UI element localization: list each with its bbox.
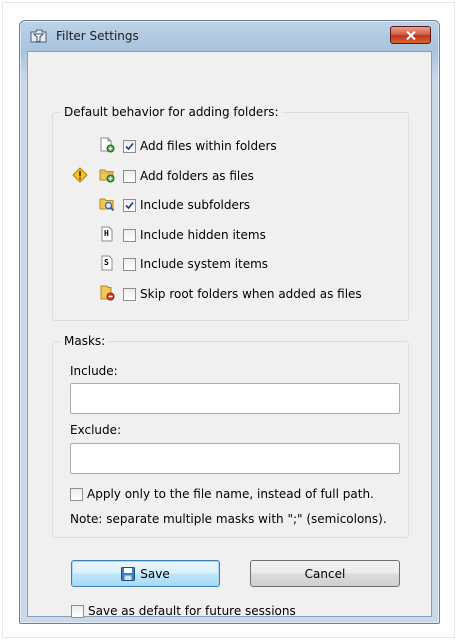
add-folders-as-files-checkbox[interactable]: [123, 169, 136, 183]
exclude-mask-input[interactable]: [70, 443, 400, 474]
save-as-default-label: Save as default for future sessions: [88, 604, 296, 618]
option-apply-filename-only[interactable]: Apply only to the file name, instead of …: [70, 485, 374, 503]
window-title: Filter Settings: [56, 29, 139, 43]
option-include-subfolders[interactable]: Include subfolders: [123, 196, 250, 214]
add-folders-as-files-label: Add folders as files: [140, 169, 254, 183]
apply-filename-checkbox[interactable]: [70, 487, 83, 501]
option-save-as-default[interactable]: Save as default for future sessions: [71, 602, 296, 620]
skip-root-folders-label: Skip root folders when added as files: [140, 287, 362, 301]
option-include-system-items[interactable]: Include system items: [123, 255, 268, 273]
filter-settings-dialog: Filter Settings Default behavior for add…: [19, 20, 440, 624]
option-include-hidden-items[interactable]: Include hidden items: [123, 226, 266, 244]
option-add-files-within-folders[interactable]: Add files within folders: [123, 137, 277, 155]
exclude-label: Exclude:: [70, 423, 122, 437]
save-button-label: Save: [140, 566, 170, 581]
option-add-folders-as-files[interactable]: Add folders as files: [123, 167, 254, 185]
filter-settings-icon: [30, 28, 48, 44]
folder-search-icon: [99, 196, 115, 212]
add-files-label: Add files within folders: [140, 139, 277, 153]
close-icon: [405, 30, 416, 40]
save-button[interactable]: Save: [71, 560, 220, 587]
hidden-file-icon-letter: H: [104, 229, 109, 238]
file-add-icon: [99, 137, 115, 153]
save-icon: [121, 566, 136, 581]
folder-add-icon: [99, 167, 115, 183]
include-hidden-checkbox[interactable]: [123, 228, 136, 242]
hidden-file-icon: H: [99, 226, 115, 242]
include-system-checkbox[interactable]: [123, 257, 136, 271]
masks-legend: Masks:: [61, 334, 109, 348]
include-label: Include:: [70, 364, 118, 378]
title-bar[interactable]: Filter Settings: [20, 21, 439, 49]
add-files-checkbox[interactable]: [123, 139, 136, 153]
include-hidden-label: Include hidden items: [140, 228, 266, 242]
warning-icon: [72, 167, 88, 183]
include-mask-input[interactable]: [70, 383, 400, 414]
cancel-button[interactable]: Cancel: [250, 560, 400, 587]
masks-note: Note: separate multiple masks with ";" (…: [70, 512, 387, 526]
dialog-content: Default behavior for adding folders: Add…: [27, 51, 432, 620]
include-system-label: Include system items: [140, 257, 269, 271]
system-file-icon-letter: S: [104, 258, 109, 267]
system-file-icon: S: [99, 255, 115, 271]
skip-root-folders-checkbox[interactable]: [123, 287, 136, 301]
save-as-default-checkbox[interactable]: [71, 604, 84, 618]
folder-remove-icon: [99, 285, 115, 301]
include-subfolders-checkbox[interactable]: [123, 198, 136, 212]
close-button[interactable]: [390, 26, 431, 44]
apply-filename-label: Apply only to the file name, instead of …: [87, 487, 374, 501]
cancel-button-label: Cancel: [304, 566, 346, 581]
option-skip-root-folders[interactable]: Skip root folders when added as files: [123, 285, 362, 303]
include-subfolders-label: Include subfolders: [140, 198, 251, 212]
default-behavior-legend: Default behavior for adding folders:: [61, 105, 282, 119]
